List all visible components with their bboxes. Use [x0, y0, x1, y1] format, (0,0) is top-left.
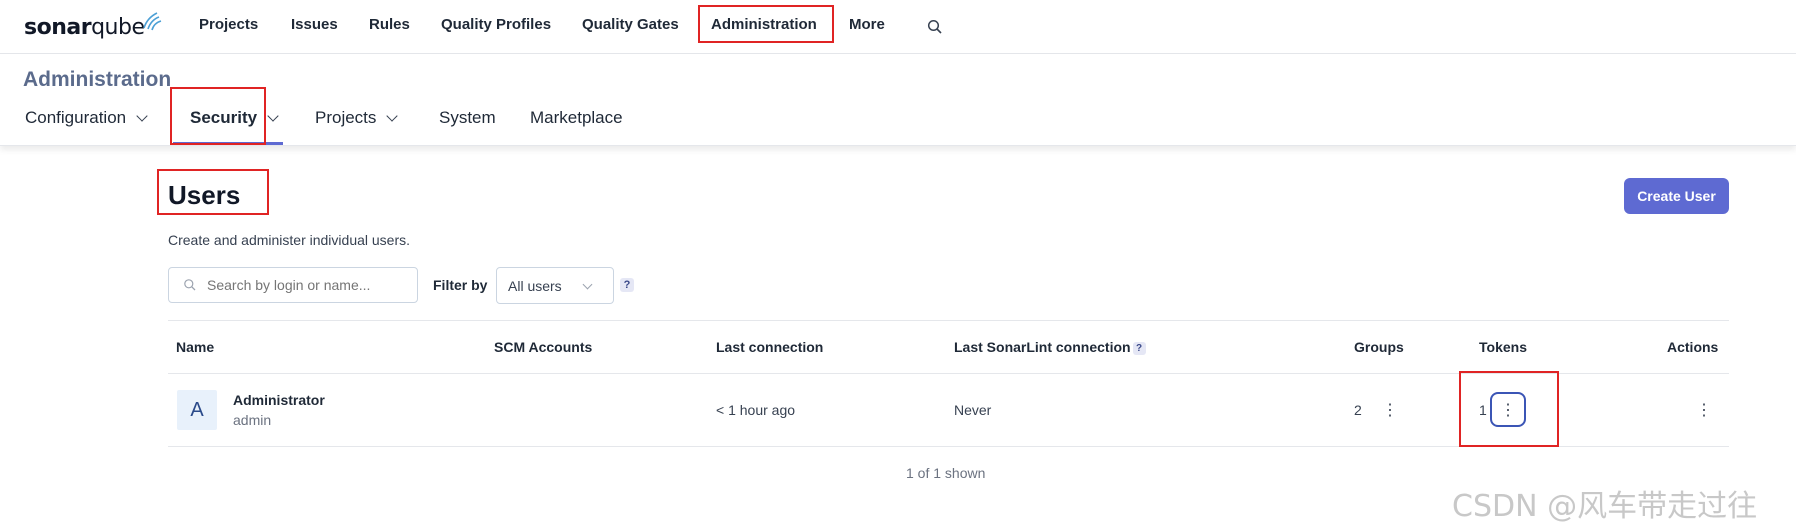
sonarlint-help-icon[interactable]: ? [1132, 342, 1146, 355]
user-actions-kebab-icon[interactable]: ⋮ [1696, 403, 1712, 419]
search-icon [184, 279, 196, 291]
search-icon[interactable] [926, 18, 944, 36]
tab-security[interactable]: Security [190, 108, 279, 128]
page-title: Administration [23, 68, 172, 91]
tab-label: Security [190, 108, 258, 127]
tab-label: Projects [315, 108, 377, 127]
tab-system[interactable]: System [439, 108, 496, 128]
nav-quality-gates[interactable]: Quality Gates [582, 16, 679, 33]
user-name: Administrator [233, 392, 325, 408]
last-connection-value: < 1 hour ago [716, 402, 796, 418]
tab-label: Marketplace [530, 108, 623, 127]
logo-text-bold: sonar [24, 14, 92, 40]
user-login: admin [233, 412, 272, 428]
filter-selected-value: All users [508, 277, 562, 294]
user-search-box[interactable] [168, 267, 418, 303]
tab-projects[interactable]: Projects [315, 108, 399, 128]
tab-label: System [439, 108, 496, 127]
chevron-down-icon [386, 109, 399, 122]
filter-label: Filter by [433, 277, 488, 293]
admin-header: Administration Configuration Security Pr… [0, 54, 1796, 146]
tab-configuration[interactable]: Configuration [25, 108, 148, 128]
chevron-down-icon [136, 109, 148, 122]
users-description: Create and administer individual users. [168, 232, 411, 248]
logo-text-light: qube [91, 14, 145, 40]
table-top-divider [168, 320, 1729, 321]
nav-rules[interactable]: Rules [369, 16, 410, 33]
header-divider [168, 373, 1729, 374]
edit-groups-kebab-icon[interactable]: ⋮ [1382, 403, 1398, 419]
top-navbar: sonarqube Projects Issues Rules Quality … [0, 0, 1796, 54]
user-search-input[interactable] [207, 277, 407, 293]
active-tab-indicator [173, 142, 283, 145]
row-divider [168, 446, 1729, 447]
tab-marketplace[interactable]: Marketplace [530, 108, 623, 128]
nav-quality-profiles[interactable]: Quality Profiles [441, 16, 551, 33]
users-heading: Users [168, 180, 241, 210]
tab-label: Configuration [25, 108, 127, 127]
nav-issues[interactable]: Issues [291, 16, 338, 33]
col-header-name: Name [176, 339, 215, 355]
create-user-button[interactable]: Create User [1624, 178, 1729, 214]
avatar: A [177, 390, 217, 430]
filter-help-icon[interactable]: ? [620, 278, 634, 292]
col-header-tokens: Tokens [1479, 339, 1527, 355]
chevron-down-icon [582, 279, 593, 290]
tokens-count: 1 [1479, 402, 1487, 418]
nav-administration[interactable]: Administration [711, 16, 817, 33]
col-header-last-connection: Last connection [716, 339, 824, 355]
groups-count: 2 [1354, 402, 1362, 418]
last-sonarlint-value: Never [954, 402, 992, 418]
col-header-actions: Actions [1667, 339, 1719, 355]
chevron-down-icon [267, 109, 279, 122]
user-filter-select[interactable]: All users [496, 267, 614, 304]
watermark: CSDN @风车带走过往 [1452, 489, 1758, 524]
col-header-last-sonarlint: Last SonarLint connection? [954, 339, 1146, 355]
nav-projects[interactable]: Projects [199, 16, 258, 33]
col-header-scm: SCM Accounts [494, 339, 593, 355]
col-header-groups: Groups [1354, 339, 1404, 355]
nav-more[interactable]: More [849, 16, 885, 33]
sonarqube-logo[interactable]: sonarqube [24, 12, 163, 42]
edit-tokens-button[interactable]: ⋮ [1490, 392, 1526, 427]
pagination-count: 1 of 1 shown [906, 465, 986, 481]
sonarqube-waves-icon [142, 12, 161, 31]
kebab-icon: ⋮ [1500, 401, 1516, 419]
col-header-last-sonarlint-label: Last SonarLint connection [954, 339, 1131, 355]
